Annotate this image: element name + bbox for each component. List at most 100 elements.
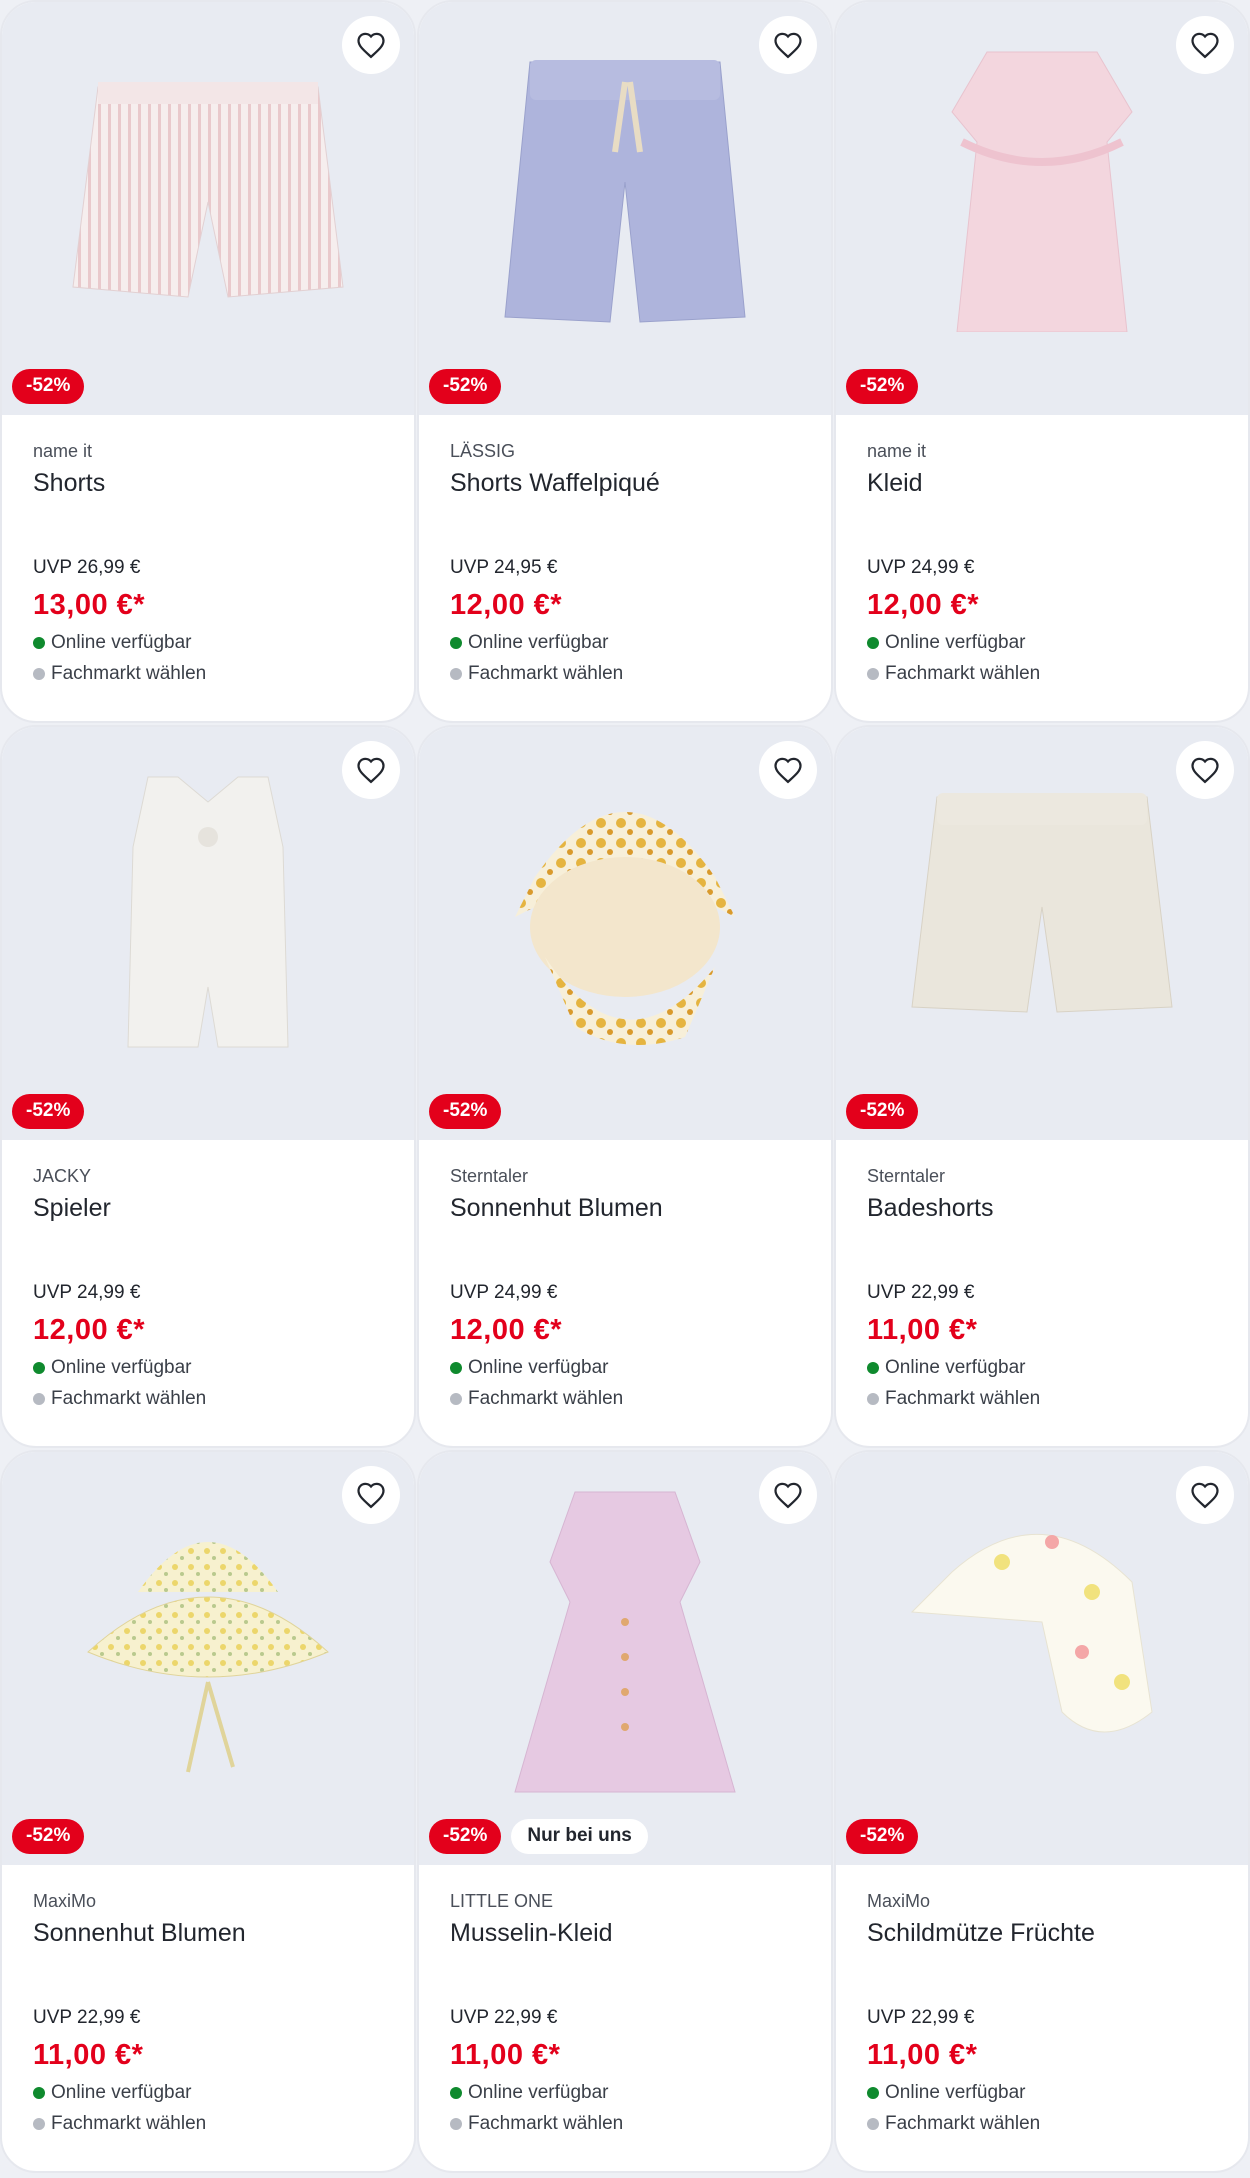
availability-text: Online verfügbar [468, 632, 609, 653]
product-image-area[interactable]: -52% [419, 727, 831, 1140]
badge-row: -52% [12, 1094, 85, 1129]
product-price: 11,00 €* [867, 2039, 978, 2071]
product-card[interactable]: -52% MaxiMo Sonnenhut Blumen UVP 22,99 €… [0, 1450, 416, 2173]
beige-shorts-image [911, 793, 1173, 1013]
striped-shorts-image [72, 82, 344, 298]
wishlist-button[interactable] [342, 16, 400, 74]
product-image-area[interactable]: -52% [2, 1452, 414, 1865]
wishlist-button[interactable] [342, 741, 400, 799]
wishlist-button[interactable] [1176, 16, 1234, 74]
available-dot-icon [867, 2087, 879, 2099]
available-dot-icon [33, 2087, 45, 2099]
discount-badge: -52% [429, 1819, 502, 1854]
product-brand: name it [33, 441, 93, 461]
product-card[interactable]: -52% Nur bei uns LITTLE ONE Musselin-Kle… [417, 1450, 833, 2173]
product-price: 13,00 €* [33, 589, 146, 621]
heart-icon [357, 757, 385, 784]
product-card[interactable]: -52% MaxiMo Schildmütze Früchte UVP 22,9… [834, 1450, 1250, 2173]
product-title[interactable]: Shorts Waffelpiqué [450, 469, 800, 549]
product-card[interactable]: -52% Sterntaler Sonnenhut Blumen UVP 24,… [417, 725, 833, 1448]
product-card[interactable]: -52% name it Shorts UVP 26,99 € 13,00 €*… [0, 0, 416, 723]
product-card[interactable]: -52% LÄSSIG Shorts Waffelpiqué UVP 24,95… [417, 0, 833, 723]
availability-text: Online verfügbar [885, 2082, 1026, 2103]
product-info: MaxiMo Schildmütze Früchte UVP 22,99 € 1… [836, 1865, 1248, 2135]
store-dot-icon [450, 1393, 462, 1405]
product-brand: JACKY [33, 1166, 92, 1186]
availability-text: Online verfügbar [51, 2082, 192, 2103]
wishlist-button[interactable] [342, 1466, 400, 1524]
wishlist-button[interactable] [759, 741, 817, 799]
product-grid: -52% name it Shorts UVP 26,99 € 13,00 €*… [0, 0, 1250, 2178]
choose-store-link[interactable]: Fachmarkt wählen [33, 1388, 383, 1410]
wishlist-button[interactable] [759, 1466, 817, 1524]
heart-icon [357, 1482, 385, 1509]
product-title[interactable]: Kleid [867, 469, 1217, 549]
product-card[interactable]: -52% JACKY Spieler UVP 24,99 € 12,00 €* … [0, 725, 416, 1448]
product-image-area[interactable]: -52% [836, 1452, 1248, 1865]
white-romper-image [127, 776, 289, 1048]
store-text: Fachmarkt wählen [51, 2113, 207, 2134]
available-dot-icon [450, 1362, 462, 1374]
product-info: MaxiMo Sonnenhut Blumen UVP 22,99 € 11,0… [2, 1865, 414, 2135]
availability-online: Online verfügbar [867, 2082, 1217, 2104]
availability-text: Online verfügbar [468, 2082, 609, 2103]
product-image-area[interactable]: -52% Nur bei uns [419, 1452, 831, 1865]
available-dot-icon [450, 2087, 462, 2099]
availability-online: Online verfügbar [33, 1357, 383, 1379]
product-image-area[interactable]: -52% [2, 2, 414, 415]
product-title[interactable]: Shorts [33, 469, 383, 549]
product-uvp: UVP 24,99 € [33, 1282, 141, 1303]
product-info: JACKY Spieler UVP 24,99 € 12,00 €* Onlin… [2, 1140, 414, 1410]
wishlist-button[interactable] [759, 16, 817, 74]
choose-store-link[interactable]: Fachmarkt wählen [450, 2113, 800, 2135]
store-dot-icon [33, 1393, 45, 1405]
store-dot-icon [867, 2118, 879, 2130]
product-image-area[interactable]: -52% [2, 727, 414, 1140]
choose-store-link[interactable]: Fachmarkt wählen [33, 2113, 383, 2135]
product-image-area[interactable]: -52% [419, 2, 831, 415]
choose-store-link[interactable]: Fachmarkt wählen [867, 663, 1217, 685]
discount-badge: -52% [846, 1819, 919, 1854]
product-title[interactable]: Musselin-Kleid [450, 1919, 800, 1999]
product-card[interactable]: -52% name it Kleid UVP 24,99 € 12,00 €* … [834, 0, 1250, 723]
choose-store-link[interactable]: Fachmarkt wählen [450, 1388, 800, 1410]
discount-badge: -52% [12, 1819, 85, 1854]
wishlist-button[interactable] [1176, 1466, 1234, 1524]
availability-online: Online verfügbar [867, 1357, 1217, 1379]
store-text: Fachmarkt wählen [885, 1388, 1041, 1409]
exclusive-badge: Nur bei uns [511, 1819, 648, 1854]
fruit-cap-image [910, 1534, 1153, 1733]
heart-icon [357, 32, 385, 59]
product-image-area[interactable]: -52% [836, 2, 1248, 415]
choose-store-link[interactable]: Fachmarkt wählen [867, 1388, 1217, 1410]
product-uvp: UVP 22,99 € [867, 2007, 975, 2028]
availability-text: Online verfügbar [885, 632, 1026, 653]
available-dot-icon [867, 637, 879, 649]
product-title[interactable]: Sonnenhut Blumen [33, 1919, 383, 1999]
heart-icon [1191, 32, 1219, 59]
product-uvp: UVP 22,99 € [33, 2007, 141, 2028]
available-dot-icon [33, 637, 45, 649]
product-card[interactable]: -52% Sterntaler Badeshorts UVP 22,99 € 1… [834, 725, 1250, 1448]
badge-row: -52% Nur bei uns [429, 1819, 648, 1854]
product-price: 12,00 €* [450, 589, 563, 621]
wishlist-button[interactable] [1176, 741, 1234, 799]
blue-shorts-image [504, 60, 746, 323]
product-info: Sterntaler Badeshorts UVP 22,99 € 11,00 … [836, 1140, 1248, 1410]
product-info: LÄSSIG Shorts Waffelpiqué UVP 24,95 € 12… [419, 415, 831, 685]
choose-store-link[interactable]: Fachmarkt wählen [33, 663, 383, 685]
choose-store-link[interactable]: Fachmarkt wählen [867, 2113, 1217, 2135]
choose-store-link[interactable]: Fachmarkt wählen [450, 663, 800, 685]
store-text: Fachmarkt wählen [468, 1388, 624, 1409]
product-title[interactable]: Schildmütze Früchte [867, 1919, 1217, 1999]
badge-row: -52% [12, 369, 85, 404]
available-dot-icon [450, 637, 462, 649]
product-uvp: UVP 22,99 € [450, 2007, 558, 2028]
discount-badge: -52% [12, 369, 85, 404]
product-title[interactable]: Sonnenhut Blumen [450, 1194, 800, 1274]
product-image-area[interactable]: -52% [836, 727, 1248, 1140]
product-title[interactable]: Spieler [33, 1194, 383, 1274]
product-uvp: UVP 24,99 € [867, 557, 975, 578]
product-uvp: UVP 26,99 € [33, 557, 141, 578]
product-title[interactable]: Badeshorts [867, 1194, 1217, 1274]
